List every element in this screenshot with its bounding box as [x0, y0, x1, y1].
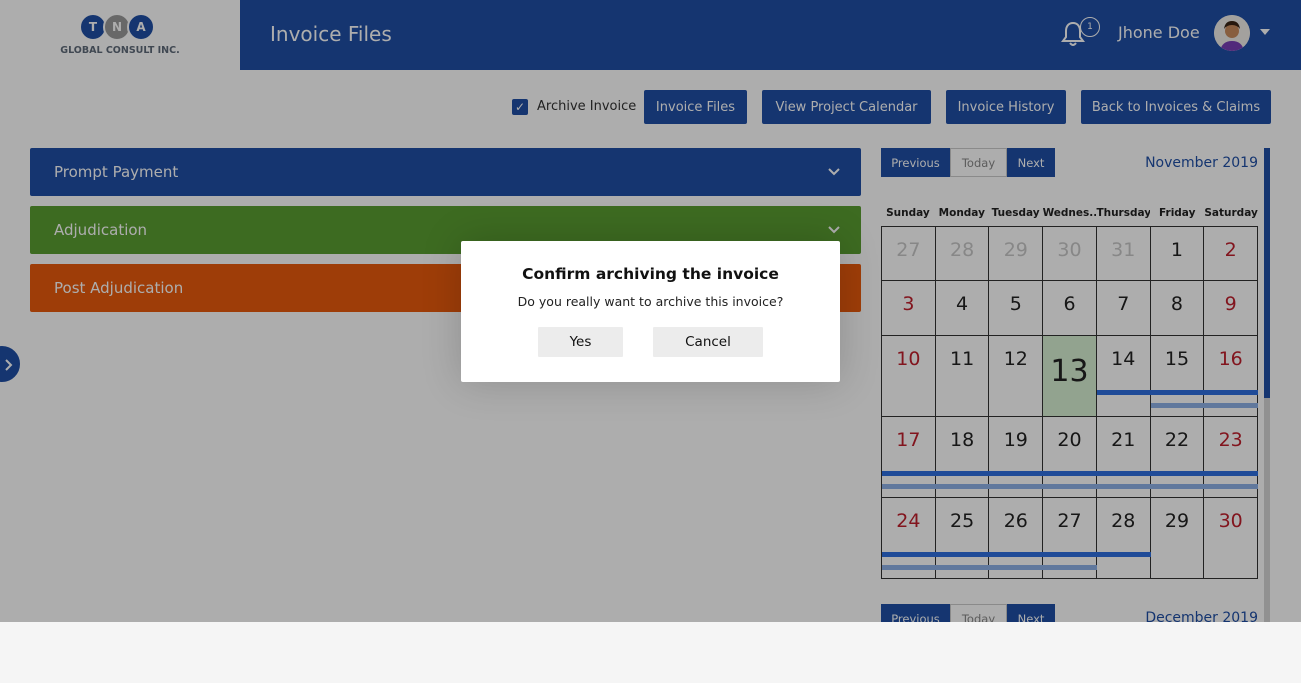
yes-button[interactable]: Yes — [538, 327, 623, 357]
cancel-button[interactable]: Cancel — [653, 327, 763, 357]
app-window: T N A GLOBAL CONSULT INC. Invoice Files … — [0, 0, 1301, 622]
confirm-archive-dialog: Confirm archiving the invoice Do you rea… — [461, 241, 840, 382]
dialog-message: Do you really want to archive this invoi… — [517, 294, 784, 309]
page-bottom-area — [0, 622, 1301, 683]
dialog-title: Confirm archiving the invoice — [522, 265, 779, 283]
